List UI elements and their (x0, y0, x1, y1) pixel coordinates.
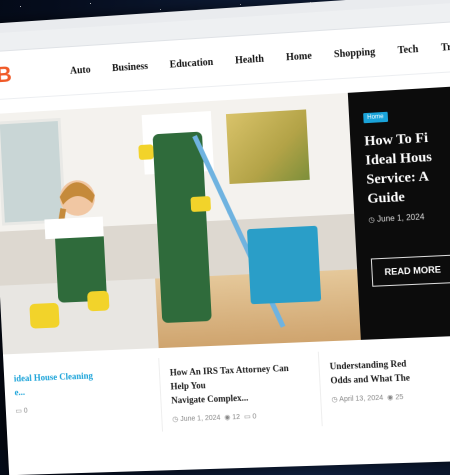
site-logo[interactable]: B (0, 60, 47, 89)
wall-painting (225, 109, 310, 185)
post-comments: 0 (23, 407, 28, 415)
featured-title[interactable]: How To Fi Ideal Hous Service: A Guide (364, 126, 450, 209)
comment-icon: ▭ (15, 407, 23, 415)
post-title[interactable]: How An IRS Tax Attorney Can Help You Nav… (169, 360, 310, 407)
post-date: June 1, 2024 (180, 414, 221, 424)
category-tag[interactable]: Home (362, 111, 388, 124)
clock-icon: ◷ (172, 416, 179, 424)
cleaner-woman-illustration (29, 179, 110, 329)
list-item[interactable]: Understanding Red Odds and What The ◷ Ap… (319, 345, 450, 426)
post-title[interactable]: ideal House Cleaning e... (14, 366, 151, 399)
browser-screen: B Auto Business Education Health Home Sh… (0, 0, 450, 475)
nav-item-education[interactable]: Education (169, 56, 213, 70)
main-nav: Auto Business Education Health Home Shop… (46, 40, 450, 77)
comment-icon: ▭ (243, 413, 251, 421)
cleaning-cart (246, 225, 322, 305)
list-item[interactable]: How An IRS Tax Attorney Can Help You Nav… (159, 351, 323, 432)
post-meta: ▭ 0 (15, 402, 151, 415)
nav-item-home[interactable]: Home (286, 50, 312, 63)
cleaner-man-illustration (138, 111, 214, 324)
featured-date: June 1, 2024 (376, 212, 425, 224)
list-item[interactable]: ideal House Cleaning e... ▭ 0 (3, 358, 164, 437)
clock-icon: ◷ (368, 216, 376, 225)
post-views: 12 (232, 413, 241, 422)
featured-post: Home How To Fi Ideal Hous Service: A Gui… (347, 85, 450, 340)
nav-item-health[interactable]: Health (235, 53, 264, 66)
post-comments: 0 (252, 413, 257, 421)
nav-item-tech[interactable]: Tech (397, 43, 418, 55)
clock-icon: ◷ (331, 396, 338, 404)
featured-meta: ◷ June 1, 2024 (368, 210, 450, 224)
read-more-button[interactable]: READ MORE (370, 254, 450, 287)
hero-section: Home How To Fi Ideal Hous Service: A Gui… (0, 85, 450, 355)
eye-icon: ◉ (386, 394, 394, 402)
post-title[interactable]: Understanding Red Odds and What The (329, 354, 450, 388)
post-list: ideal House Cleaning e... ▭ 0 How An IRS… (3, 345, 450, 437)
eye-icon: ◉ (224, 414, 231, 422)
post-meta: ◷ April 13, 2024 ◉ 25 (331, 390, 450, 404)
nav-item-auto[interactable]: Auto (70, 64, 91, 76)
post-views: 25 (395, 393, 404, 402)
nav-item-shopping[interactable]: Shopping (334, 46, 376, 60)
post-date: April 13, 2024 (339, 394, 384, 404)
hero-image[interactable] (0, 92, 361, 355)
nav-item-business[interactable]: Business (112, 61, 149, 74)
nav-item-travel[interactable]: Trave (441, 40, 450, 53)
post-meta: ◷ June 1, 2024 ◉ 12 ▭ 0 (172, 410, 311, 423)
